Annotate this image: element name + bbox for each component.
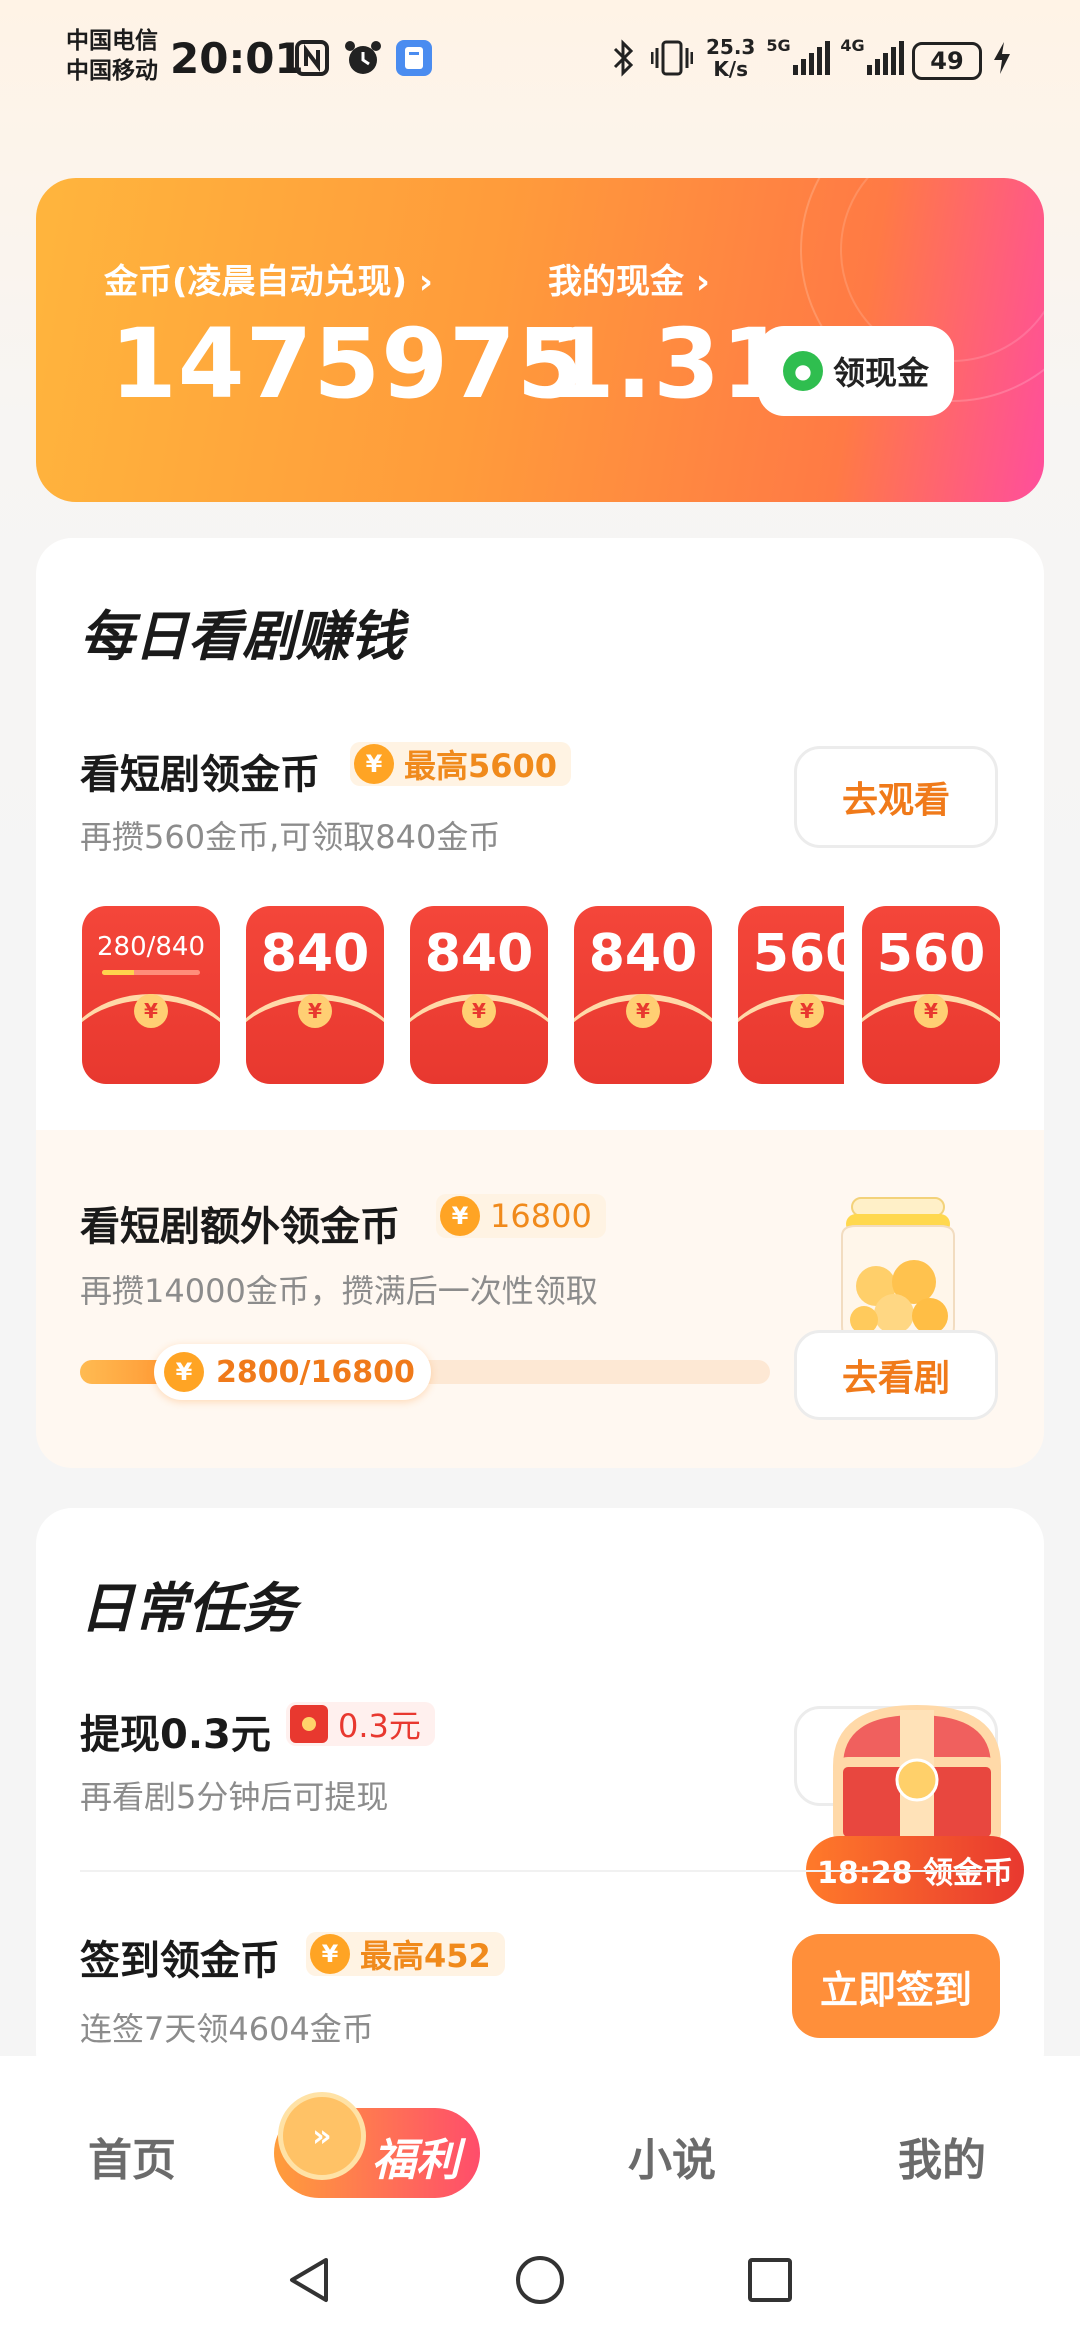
vibrate-icon <box>650 36 694 80</box>
divider <box>80 1870 1000 1872</box>
coin-icon: ¥ <box>440 1196 480 1236</box>
signal-5g-icon: 5G <box>766 36 830 80</box>
section-title-daily-tasks: 日常任务 <box>80 1577 296 1640</box>
coin-seal-icon: ¥ <box>462 994 496 1028</box>
battery-level: 49 <box>912 42 982 80</box>
coin-seal-icon: ¥ <box>790 994 824 1028</box>
coin-seal-icon: ¥ <box>298 994 332 1028</box>
coin-icon: ¥ <box>164 1352 204 1392</box>
coin-seal-icon: ¥ <box>134 994 168 1028</box>
withdraw-task-badge: 0.3元 <box>286 1702 435 1746</box>
app-notification-icon <box>394 36 434 80</box>
nav-novel[interactable]: 小说 <box>628 2124 716 2188</box>
coin-seal-icon: ¥ <box>626 994 660 1028</box>
watch-task-badge: ¥ 最高5600 <box>350 742 572 786</box>
nfc-icon <box>292 36 332 80</box>
claim-cash-button[interactable]: ● 领现金 <box>758 326 954 416</box>
checkin-task-title: 签到领金币 <box>80 1938 280 1984</box>
go-watch-button[interactable]: 去观看 <box>794 746 998 848</box>
checkin-task-badge: ¥ 最高452 <box>306 1932 505 1976</box>
red-envelope-icon <box>290 1705 328 1743</box>
charging-icon <box>990 36 1014 80</box>
treasure-chest-icon[interactable] <box>820 1696 1014 1856</box>
extra-progress-badge: ¥ 2800/16800 <box>154 1344 431 1400</box>
extra-task-badge: ¥ 16800 <box>436 1194 606 1238</box>
bluetooth-icon <box>608 36 638 80</box>
wallet-card: 金币(凌晨自动兑现) › 1475975 我的现金 › 1.31 ● 领现金 <box>36 178 1044 502</box>
carrier-1: 中国电信 <box>66 28 158 54</box>
network-speed: 25.3 K/s <box>706 35 756 81</box>
go-watch-drama-button[interactable]: 去看剧 <box>794 1330 998 1420</box>
withdraw-task-title: 提现0.3元 <box>80 1712 271 1758</box>
signal-4g-icon: 4G <box>840 36 904 80</box>
coin-jar-icon <box>826 1196 970 1346</box>
nav-home[interactable]: 首页 <box>88 2124 176 2188</box>
coin-icon: ¥ <box>354 744 394 784</box>
envelope-reward[interactable]: 560 ¥ <box>862 906 1000 1084</box>
wechat-icon: ● <box>782 351 823 391</box>
envelope-reward[interactable]: 840 ¥ <box>574 906 712 1084</box>
cash-label-link[interactable]: 我的现金 › <box>548 254 710 303</box>
coins-balance: 1475975 <box>110 308 585 420</box>
alarm-icon <box>342 36 384 80</box>
watch-task-subtitle: 再攒560金币,可领取840金币 <box>80 818 501 856</box>
recents-icon[interactable] <box>742 2252 798 2308</box>
coin-seal-icon: ¥ <box>914 994 948 1028</box>
nav-mine[interactable]: 我的 <box>898 2124 986 2188</box>
home-icon[interactable] <box>512 2252 568 2308</box>
withdraw-task-subtitle: 再看剧5分钟后可提现 <box>80 1778 389 1816</box>
nav-welfare-label: 福利 <box>372 2135 460 2186</box>
checkin-task-subtitle: 连签7天领4604金币 <box>80 2010 374 2048</box>
envelope-reward[interactable]: 280/840 ¥ <box>82 906 220 1084</box>
envelope-reward[interactable]: 840 ¥ <box>246 906 384 1084</box>
envelope-reward[interactable]: 560 ¥ <box>738 906 844 1084</box>
cash-balance: 1.31 <box>548 308 789 420</box>
extra-task-subtitle: 再攒14000金币，攒满后一次性领取 <box>80 1272 598 1310</box>
checkin-button[interactable]: 立即签到 <box>792 1934 1000 2038</box>
carrier-info: 中国电信 中国移动 <box>66 26 158 86</box>
watch-task-title: 看短剧领金币 <box>80 752 320 798</box>
clock: 20:01 <box>170 34 304 83</box>
extra-task-title: 看短剧额外领金币 <box>80 1204 400 1250</box>
envelope-progress-bar <box>102 970 200 975</box>
section-title-daily-drama: 每日看剧赚钱 <box>80 605 404 668</box>
coins-label-link[interactable]: 金币(凌晨自动兑现) › <box>104 254 433 303</box>
coin-icon: ¥ <box>310 1934 350 1974</box>
envelope-reward[interactable]: 840 ¥ <box>410 906 548 1084</box>
back-icon[interactable] <box>282 2252 338 2308</box>
status-bar: 中国电信 中国移动 20:01 25.3 K/s 5G 4G 49 <box>0 0 1080 120</box>
welfare-coin-icon: » <box>278 2092 366 2180</box>
carrier-2: 中国移动 <box>66 58 158 84</box>
